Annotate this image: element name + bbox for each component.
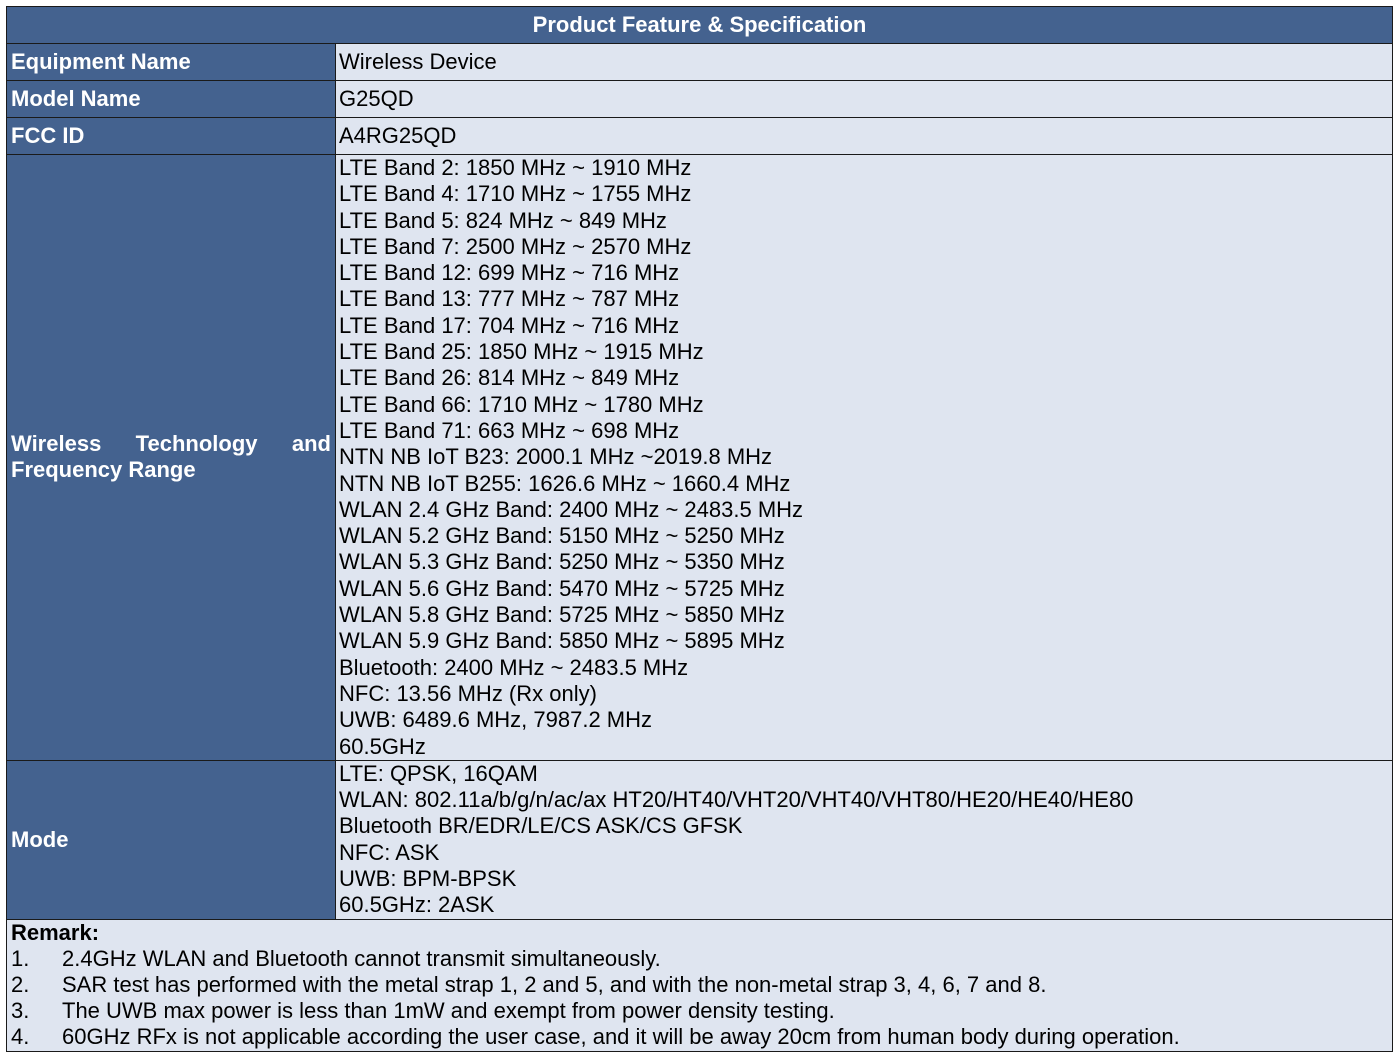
frequency-range-item: LTE Band 5: 824 MHz ~ 849 MHz bbox=[339, 207, 667, 233]
model-name-value: G25QD bbox=[334, 80, 1394, 118]
fcc-id-row: FCC ID A4RG25QD bbox=[6, 117, 1394, 155]
title-row: Product Feature & Specification bbox=[5, 6, 1394, 44]
remark-item: 2. SAR test has performed with the metal … bbox=[11, 972, 1392, 998]
fcc-id-value: A4RG25QD bbox=[334, 117, 1394, 155]
frequency-range-item: LTE Band 12: 699 MHz ~ 716 MHz bbox=[339, 260, 680, 286]
remark-item-text: The UWB max power is less than 1mW and e… bbox=[62, 998, 835, 1024]
frequency-range-item: WLAN 5.3 GHz Band: 5250 MHz ~ 5350 MHz bbox=[339, 549, 785, 575]
mode-item: WLAN: 802.11a/b/g/n/ac/ax HT20/HT40/VHT2… bbox=[339, 787, 1134, 813]
mode-item: 60.5GHz: 2ASK bbox=[339, 892, 495, 918]
table-title: Product Feature & Specification bbox=[5, 6, 1394, 44]
frequency-range-item: Bluetooth: 2400 MHz ~ 2483.5 MHz bbox=[339, 654, 689, 680]
equipment-name-value: Wireless Device bbox=[334, 43, 1394, 81]
equipment-name-row: Equipment Name Wireless Device bbox=[6, 43, 1394, 81]
frequency-range-item: NTN NB IoT B255: 1626.6 MHz ~ 1660.4 MHz bbox=[339, 470, 791, 496]
wireless-technology-row: Wireless Technology and Frequency Range … bbox=[6, 154, 1394, 761]
remark-item-number: 3. bbox=[11, 998, 30, 1024]
remark-row: Remark: 1. 2.4GHz WLAN and Bluetooth cann… bbox=[5, 918, 1394, 1052]
frequency-range-item: LTE Band 7: 2500 MHz ~ 2570 MHz bbox=[339, 233, 692, 259]
frequency-range-item: WLAN 5.8 GHz Band: 5725 MHz ~ 5850 MHz bbox=[339, 602, 785, 628]
frequency-range-item: LTE Band 25: 1850 MHz ~ 1915 MHz bbox=[339, 339, 704, 365]
mode-label: Mode bbox=[6, 759, 336, 920]
frequency-range-item: WLAN 5.6 GHz Band: 5470 MHz ~ 5725 MHz bbox=[339, 575, 785, 601]
frequency-range-item: NFC: 13.56 MHz (Rx only) bbox=[339, 680, 597, 706]
model-name-label: Model Name bbox=[6, 80, 336, 118]
frequency-range-item: LTE Band 17: 704 MHz ~ 716 MHz bbox=[339, 312, 680, 338]
mode-list: LTE: QPSK, 16QAM WLAN: 802.11a/b/g/n/ac/a… bbox=[334, 759, 1394, 920]
frequency-range-item: WLAN 2.4 GHz Band: 2400 MHz ~ 2483.5 MHz bbox=[339, 496, 804, 522]
remark-item-number: 2. bbox=[11, 971, 30, 997]
remark-item-number: 4. bbox=[11, 1024, 30, 1050]
frequency-range-item: 60.5GHz bbox=[339, 733, 426, 759]
remark-item-number: 1. bbox=[11, 945, 30, 971]
frequency-range-item: NTN NB IoT B23: 2000.1 MHz ~2019.8 MHz bbox=[339, 444, 773, 470]
remark-item: 3. The UWB max power is less than 1mW and… bbox=[11, 998, 1392, 1024]
mode-item: NFC: ASK bbox=[339, 839, 440, 865]
remark-section: Remark: 1. 2.4GHz WLAN and Bluetooth cann… bbox=[5, 918, 1394, 1052]
wireless-frequency-list: LTE Band 2: 1850 MHz ~ 1910 MHz LTE Band … bbox=[334, 154, 1394, 761]
mode-item: UWB: BPM-BPSK bbox=[339, 866, 517, 892]
remark-item-text: SAR test has performed with the metal st… bbox=[62, 971, 1047, 997]
remark-item: 4. 60GHz RFx is not applicable according … bbox=[11, 1024, 1392, 1050]
frequency-range-item: WLAN 5.9 GHz Band: 5850 MHz ~ 5895 MHz bbox=[339, 628, 785, 654]
remark-item-text: 60GHz RFx is not applicable according th… bbox=[62, 1024, 1180, 1050]
mode-row: Mode LTE: QPSK, 16QAM WLAN: 802.11a/b/g/n… bbox=[6, 759, 1394, 920]
frequency-range-item: UWB: 6489.6 MHz, 7987.2 MHz bbox=[339, 707, 653, 733]
frequency-range-item: LTE Band 2: 1850 MHz ~ 1910 MHz bbox=[339, 155, 692, 180]
frequency-range-item: WLAN 5.2 GHz Band: 5150 MHz ~ 5250 MHz bbox=[339, 523, 785, 549]
frequency-range-item: LTE Band 71: 663 MHz ~ 698 MHz bbox=[339, 417, 680, 443]
equipment-name-label: Equipment Name bbox=[6, 43, 336, 81]
remark-item-text: 2.4GHz WLAN and Bluetooth cannot transmi… bbox=[62, 945, 661, 971]
wireless-technology-label-cell: Wireless Technology and Frequency Range bbox=[6, 154, 336, 761]
fcc-id-label: FCC ID bbox=[6, 117, 336, 155]
mode-item: Bluetooth BR/EDR/LE/CS ASK/CS GFSK bbox=[339, 813, 743, 839]
remark-heading: Remark: bbox=[11, 919, 100, 945]
frequency-range-item: LTE Band 66: 1710 MHz ~ 1780 MHz bbox=[339, 391, 704, 417]
remark-item: 1. 2.4GHz WLAN and Bluetooth cannot trans… bbox=[11, 946, 1392, 972]
frequency-range-item: LTE Band 13: 777 MHz ~ 787 MHz bbox=[339, 286, 680, 312]
mode-item: LTE: QPSK, 16QAM bbox=[339, 760, 538, 786]
model-name-row: Model Name G25QD bbox=[6, 80, 1394, 118]
spec-table: Product Feature & Specification Equipmen… bbox=[5, 6, 1394, 1052]
wireless-technology-label: Wireless Technology and Frequency Range bbox=[11, 431, 331, 483]
frequency-range-item: LTE Band 26: 814 MHz ~ 849 MHz bbox=[339, 365, 680, 391]
frequency-range-item: LTE Band 4: 1710 MHz ~ 1755 MHz bbox=[339, 181, 692, 207]
